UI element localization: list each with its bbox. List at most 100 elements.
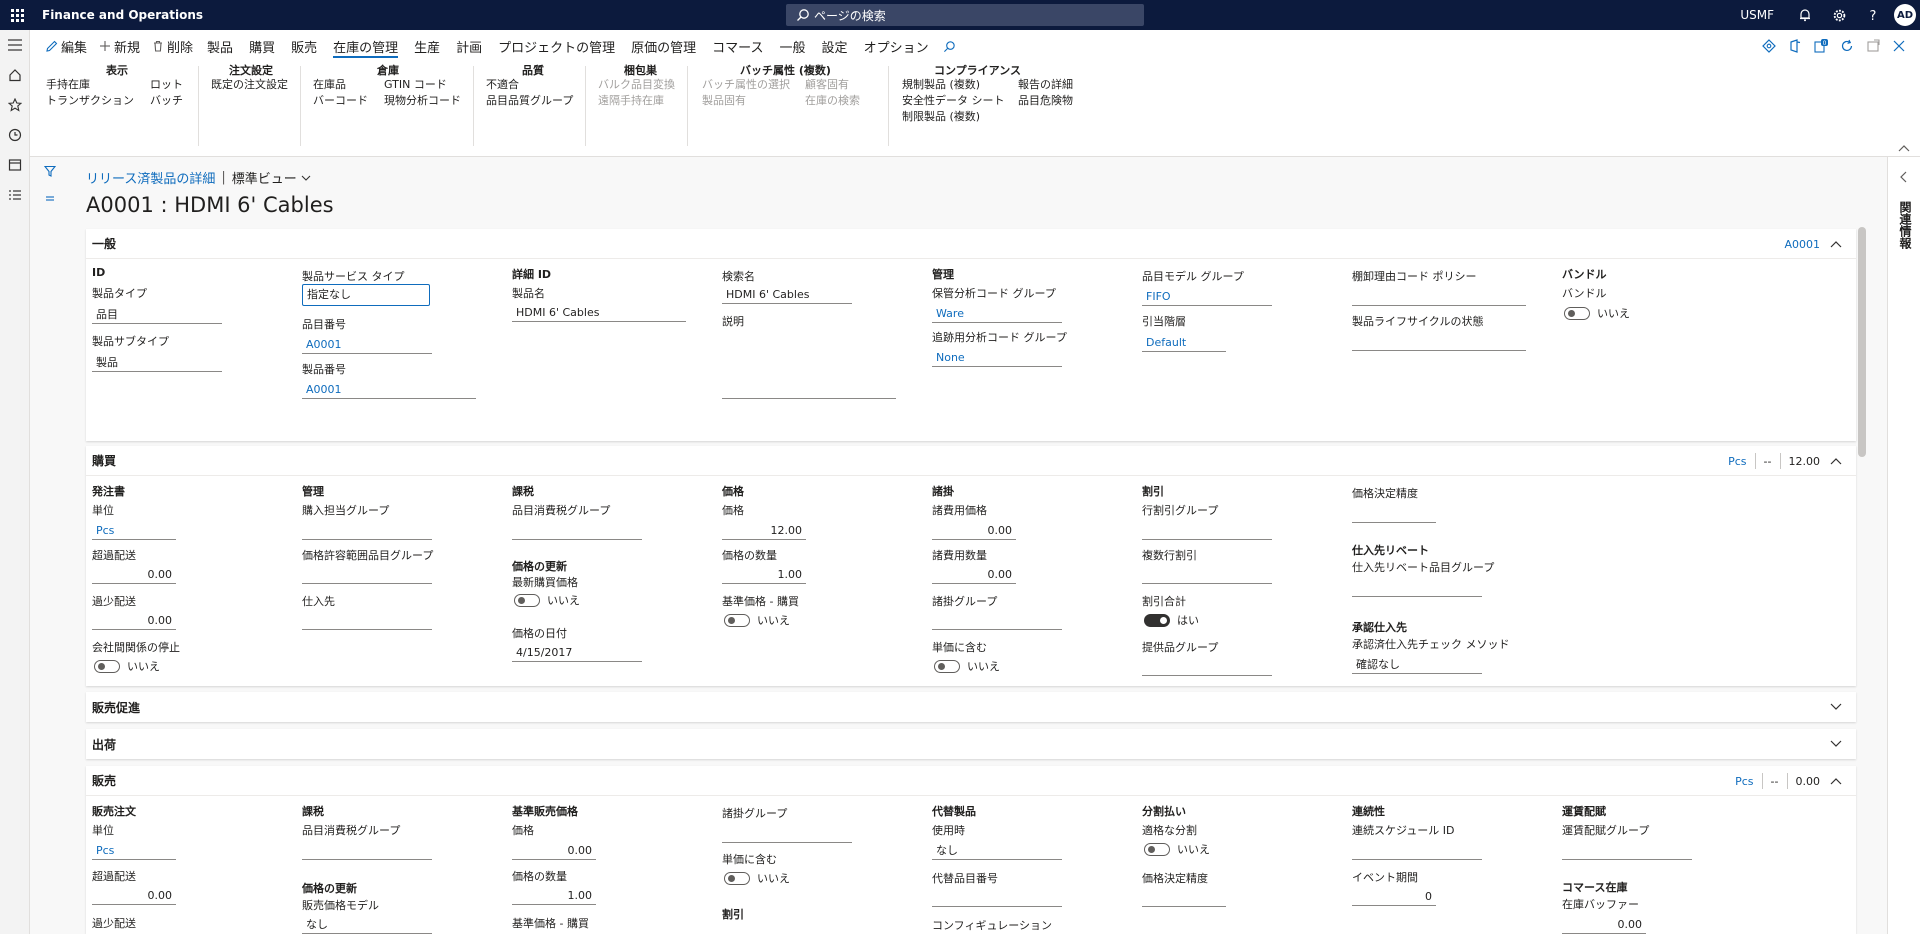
field-vendor-rebate-group[interactable] <box>1352 579 1482 597</box>
list-toggle-icon[interactable] <box>30 185 70 213</box>
delete-button[interactable]: 削除 <box>146 34 199 58</box>
tab-manage-inventory[interactable]: 在庫の管理 <box>325 34 406 58</box>
field-tracking-dimension-group[interactable]: None <box>932 349 1062 367</box>
attachments-icon[interactable]: 0 <box>1808 34 1834 58</box>
home-icon[interactable] <box>0 60 30 90</box>
field-item-tax-group[interactable] <box>512 522 642 540</box>
field-price[interactable]: 0.00 <box>512 842 596 860</box>
field-item-number[interactable]: A0001 <box>302 336 432 354</box>
toggle-latest-purchase-price[interactable]: いいえ <box>514 592 580 608</box>
fasttab-header-promotion[interactable]: 販売促進 <box>86 692 1856 722</box>
filter-icon[interactable] <box>30 157 70 185</box>
field-sales-unit[interactable]: Pcs <box>92 842 176 860</box>
fasttab-header-general[interactable]: 一般 A0001 <box>86 229 1856 259</box>
tab-plan[interactable]: 計画 <box>448 34 490 58</box>
gear-icon[interactable] <box>1822 0 1856 30</box>
fasttab-header-sales[interactable]: 販売 Pcs -- 0.00 <box>86 766 1856 796</box>
office-icon[interactable] <box>1782 34 1808 58</box>
ribbon-item-default-order-settings[interactable]: 既定の注文設定 <box>211 76 288 92</box>
field-purchase-unit[interactable]: Pcs <box>92 522 176 540</box>
toggle-installment-eligible[interactable]: いいえ <box>1144 841 1210 857</box>
tab-general[interactable]: 一般 <box>772 34 814 58</box>
tab-setup[interactable]: 設定 <box>814 34 856 58</box>
clock-icon[interactable] <box>0 120 30 150</box>
toggle-bundle[interactable]: いいえ <box>1564 305 1630 321</box>
ribbon-item-hazardous-materials[interactable]: 品目危険物 <box>1018 92 1073 108</box>
ribbon-item-batch[interactable]: バッチ <box>150 92 183 108</box>
chevron-up-icon[interactable] <box>1830 777 1842 785</box>
refresh-icon[interactable] <box>1834 34 1860 58</box>
modules-list-icon[interactable] <box>0 180 30 210</box>
diamond-icon[interactable] <box>1756 34 1782 58</box>
edit-button[interactable]: 編集 <box>40 34 93 58</box>
ribbon-item-safety-data-sheet[interactable]: 安全性データ シート <box>902 92 1005 108</box>
chevron-down-icon[interactable] <box>1830 703 1842 711</box>
tab-options[interactable]: オプション <box>856 34 937 58</box>
field-alternative-use[interactable]: なし <box>932 842 1062 860</box>
field-service-type[interactable]: 指定なし <box>302 284 430 306</box>
ribbon-item-inventory-search[interactable]: 在庫の検索 <box>805 92 860 108</box>
field-line-discount-group[interactable] <box>1142 522 1272 540</box>
tab-retail[interactable]: コマース <box>704 34 771 58</box>
ribbon-item-quality-groups[interactable]: 品目品質グループ <box>486 92 573 108</box>
field-underdelivery[interactable]: 0.00 <box>92 612 176 630</box>
field-product-type[interactable]: 品目 <box>92 306 222 324</box>
tab-products[interactable]: 製品 <box>199 34 241 58</box>
field-product-number[interactable]: A0001 <box>302 381 476 399</box>
view-selector[interactable]: 標準ビュー <box>232 168 297 187</box>
hamburger-icon[interactable] <box>0 30 30 60</box>
field-price-decimals[interactable] <box>1142 889 1226 907</box>
field-alternative-item-number[interactable] <box>932 889 1062 907</box>
vertical-scrollbar[interactable] <box>1858 227 1866 457</box>
ribbon-item-batch-attribute-select[interactable]: バッチ属性の選択 <box>702 76 790 92</box>
field-event-duration[interactable]: 0 <box>1352 888 1436 906</box>
ribbon-item-remote-onhand[interactable]: 遠隔手持在庫 <box>598 92 664 108</box>
fasttab-header-purchase[interactable]: 購買 Pcs -- 12.00 <box>86 446 1856 476</box>
field-reservation-hierarchy[interactable]: Default <box>1142 334 1226 352</box>
field-price[interactable]: 12.00 <box>722 522 806 540</box>
field-multiline-discount[interactable] <box>1142 566 1272 584</box>
chevron-down-icon[interactable] <box>1830 740 1842 748</box>
ribbon-item-inventory[interactable]: 在庫品 <box>313 76 346 92</box>
app-title[interactable]: Finance and Operations <box>42 8 203 22</box>
open-new-window-icon[interactable] <box>1860 34 1886 58</box>
tab-engineer[interactable]: 生産 <box>406 34 448 58</box>
field-freight-allocation-group[interactable] <box>1562 842 1692 860</box>
toggle-stop-intercompany[interactable]: いいえ <box>94 658 160 674</box>
field-buyer-group[interactable] <box>302 522 432 540</box>
field-description[interactable] <box>722 333 896 399</box>
field-charges-group[interactable] <box>932 612 1062 630</box>
tab-manage-projects[interactable]: プロジェクトの管理 <box>490 34 623 58</box>
tab-manage-costs[interactable]: 原価の管理 <box>623 34 704 58</box>
toggle-include-in-unit-price[interactable]: いいえ <box>934 658 1000 674</box>
ribbon-item-report-details[interactable]: 報告の詳細 <box>1018 76 1073 92</box>
close-icon[interactable] <box>1886 34 1912 58</box>
chevron-up-icon[interactable] <box>1830 240 1842 248</box>
field-offer-group[interactable] <box>1142 658 1272 676</box>
ribbon-item-restricted-products[interactable]: 制限製品 (複数) <box>902 108 980 124</box>
field-price-quantity[interactable]: 1.00 <box>722 566 806 584</box>
field-price-decimals[interactable] <box>1352 505 1436 523</box>
ribbon-item-barcode[interactable]: バーコード <box>313 92 368 108</box>
field-counting-reason-policy[interactable] <box>1352 288 1526 306</box>
field-vendor[interactable] <box>302 612 432 630</box>
page-search-box[interactable]: ページの検索 <box>786 4 1144 26</box>
breadcrumb-link[interactable]: リリース済製品の詳細 <box>86 168 215 187</box>
ribbon-item-product-specific[interactable]: 製品固有 <box>702 92 746 108</box>
workspace-icon[interactable] <box>0 150 30 180</box>
toggle-base-price-purchase[interactable]: いいえ <box>724 612 790 628</box>
ribbon-item-bulk-conversion[interactable]: バルク品目変換 <box>598 76 675 92</box>
chevron-down-icon[interactable] <box>301 175 311 181</box>
toggle-total-discount[interactable]: はい <box>1144 612 1199 628</box>
help-icon[interactable]: ? <box>1856 0 1890 30</box>
field-search-name[interactable]: HDMI 6' Cables <box>722 286 852 304</box>
field-continuity-schedule-id[interactable] <box>1352 842 1482 860</box>
field-price-date[interactable]: 4/15/2017 <box>512 644 642 662</box>
ribbon-item-physical-dimensions[interactable]: 現物分析コード <box>384 92 461 108</box>
field-charges-price[interactable]: 0.00 <box>932 522 1016 540</box>
chevron-up-icon[interactable] <box>1830 457 1842 465</box>
company-picker[interactable]: USMF <box>1740 8 1774 22</box>
star-icon[interactable] <box>0 90 30 120</box>
field-storage-dimension-group[interactable]: Ware <box>932 305 1062 323</box>
field-product-name[interactable]: HDMI 6' Cables <box>512 304 686 322</box>
